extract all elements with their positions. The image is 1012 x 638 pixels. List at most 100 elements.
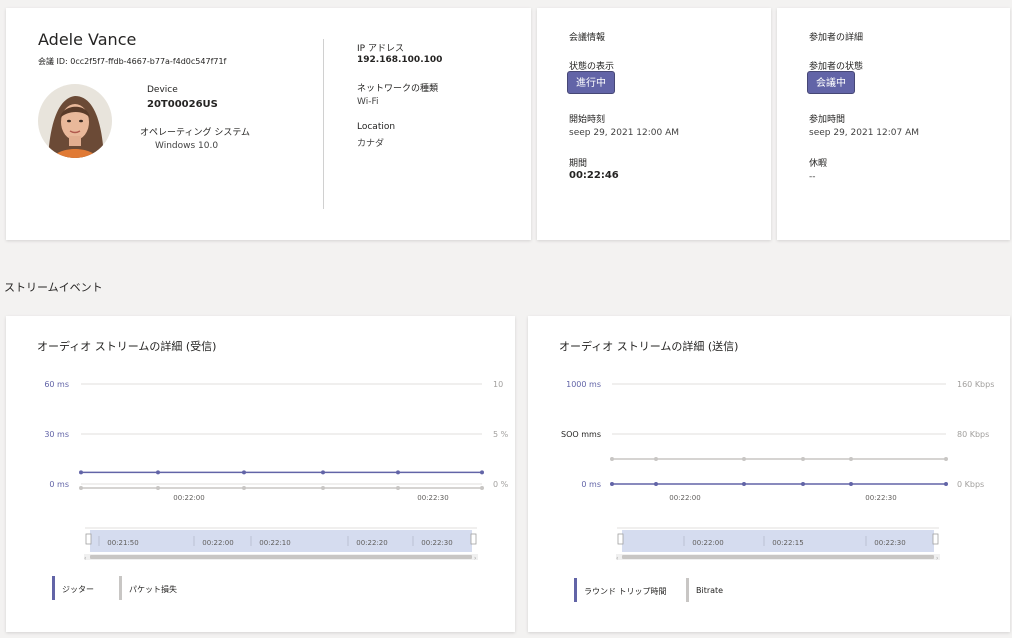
break-label: 休暇 (809, 159, 828, 169)
navigator-tick-label: 00:22:30 (874, 539, 905, 547)
duration-value: 00:22:46 (569, 170, 619, 181)
participant-card: 参加者の詳細 参加者の状態 会議中 参加時間 seep 29, 2021 12:… (777, 8, 1010, 240)
data-point (849, 457, 853, 461)
participant-state-badge: 会議中 (807, 71, 855, 94)
y-right-tick-label: 10 (493, 380, 503, 389)
data-point (742, 457, 746, 461)
y-left-tick-label: 0 ms (581, 480, 601, 489)
navigator-handle-right (932, 533, 939, 545)
legend-label-round-trip: ラウンド トリップ時間 (584, 587, 667, 596)
os-value: Windows 10.0 (155, 141, 219, 151)
data-point (321, 470, 325, 475)
location-value: カナダ (357, 139, 385, 149)
y-left-tick-label: 0 ms (49, 480, 69, 489)
scroll-right-icon: › (936, 555, 938, 562)
navigator-tick-label: 00:22:10 (259, 539, 290, 547)
x-tick-label: 00:22:00 (669, 494, 700, 502)
ip-label: IP アドレス (357, 44, 404, 54)
meeting-id: 会議 ID: 0cc2f5f7-ffdb-4667-b77a-f4d0c547f… (38, 57, 227, 66)
scroll-right-icon: › (474, 555, 476, 562)
start-value: seep 29, 2021 12:00 AM (569, 128, 679, 138)
meeting-info-title: 会議情報 (569, 33, 606, 43)
chart-sent: 1000 ms 160 Kbps SOO mms 80 Kbps 0 ms 0 Kbps 0… (561, 380, 994, 562)
data-point (396, 470, 400, 475)
chart-card-received: オーディオ ストリームの詳細 (受信) 60 ms 10 30 ms 5 % 0 ms 0… (6, 316, 515, 632)
join-value: seep 29, 2021 12:07 AM (809, 128, 919, 138)
data-point (944, 457, 948, 461)
navigator-handle-right (470, 533, 477, 545)
scrollbar-thumb (622, 555, 934, 559)
y-right-tick-label: 0 Kbps (957, 480, 984, 489)
data-point (480, 486, 484, 490)
join-label: 参加時間 (809, 115, 846, 125)
participant-title: 参加者の詳細 (809, 33, 864, 43)
data-point (79, 486, 83, 490)
device-value: 20T00026US (147, 99, 218, 110)
chart-title-sent: オーディオ ストリームの詳細 (送信) (559, 340, 739, 353)
chart-title-received: オーディオ ストリームの詳細 (受信) (37, 340, 217, 353)
data-point (156, 486, 160, 490)
device-label: Device (147, 85, 178, 95)
y-left-tick-label: SOO mms (561, 430, 601, 439)
legend-swatch-packet-loss (119, 576, 122, 600)
user-name: Adele Vance (38, 30, 137, 49)
data-point (321, 486, 325, 490)
x-tick-label: 00:22:00 (173, 494, 204, 502)
data-point (742, 482, 746, 486)
navigator-tick-label: 00:21:50 (107, 539, 138, 547)
ip-value: 192.168.100.100 (357, 55, 443, 65)
legend-swatch-jitter (52, 576, 55, 600)
y-right-tick-label: 0 % (493, 480, 509, 489)
y-right-tick-label: 5 % (493, 430, 509, 439)
y-right-tick-label: 80 Kbps (957, 430, 989, 439)
avatar (38, 84, 112, 158)
navigator-tick-label: 00:22:15 (772, 539, 803, 547)
x-tick-label: 00:22:30 (417, 494, 448, 502)
os-label: オペレーティング システム (140, 128, 251, 138)
chart-received: 60 ms 10 30 ms 5 % 0 ms 0 % 00:22:00 00:22:30 00… (44, 380, 509, 562)
data-point (242, 470, 246, 475)
navigator-handle-left (85, 533, 92, 545)
scroll-left-icon: ‹ (84, 555, 86, 562)
legend-label-jitter: ジッター (62, 585, 94, 594)
user-card-divider (323, 39, 324, 209)
stream-events-title: ストリームイベント (4, 281, 103, 294)
navigator-tick-label: 00:22:30 (421, 539, 452, 547)
data-point (849, 482, 853, 486)
x-tick-label: 00:22:30 (865, 494, 896, 502)
scrollbar-thumb (90, 555, 472, 559)
data-point (242, 486, 246, 490)
data-point (801, 482, 805, 486)
start-label: 開始時刻 (569, 115, 606, 125)
data-point (480, 470, 484, 475)
navigator-tick-label: 00:22:20 (356, 539, 387, 547)
location-label: Location (357, 122, 396, 132)
duration-label: 期間 (569, 159, 588, 169)
data-point (654, 457, 658, 461)
scroll-left-icon: ‹ (616, 555, 618, 562)
data-point (654, 482, 658, 486)
legend-swatch-round-trip (574, 578, 577, 602)
network-label: ネットワークの種類 (357, 84, 439, 94)
legend-label-bitrate: Bitrate (696, 586, 724, 595)
navigator-tick-label: 00:22:00 (202, 539, 233, 547)
data-point (156, 470, 160, 475)
data-point (944, 482, 948, 486)
user-card: Adele Vance 会議 ID: 0cc2f5f7-ffdb-4667-b7… (6, 8, 531, 240)
legend-label-packet-loss: パケット損失 (129, 585, 177, 594)
data-point (610, 457, 614, 461)
data-point (801, 457, 805, 461)
data-point (79, 470, 83, 475)
data-point (610, 482, 614, 486)
y-left-tick-label: 30 ms (44, 430, 69, 439)
status-badge: 進行中 (567, 71, 615, 94)
data-point (396, 486, 400, 490)
break-value: -- (809, 172, 816, 182)
chart-card-sent: オーディオ ストリームの詳細 (送信) 1000 ms 160 Kbps SOO m… (528, 316, 1010, 632)
y-left-tick-label: 60 ms (44, 380, 69, 389)
network-value: Wi-Fi (357, 97, 379, 107)
meeting-info-card: 会議情報 状態の表示 進行中 開始時刻 seep 29, 2021 12:00 … (537, 8, 771, 240)
navigator-handle-left (617, 533, 624, 545)
y-right-tick-label: 160 Kbps (957, 380, 994, 389)
legend-swatch-bitrate (686, 578, 689, 602)
